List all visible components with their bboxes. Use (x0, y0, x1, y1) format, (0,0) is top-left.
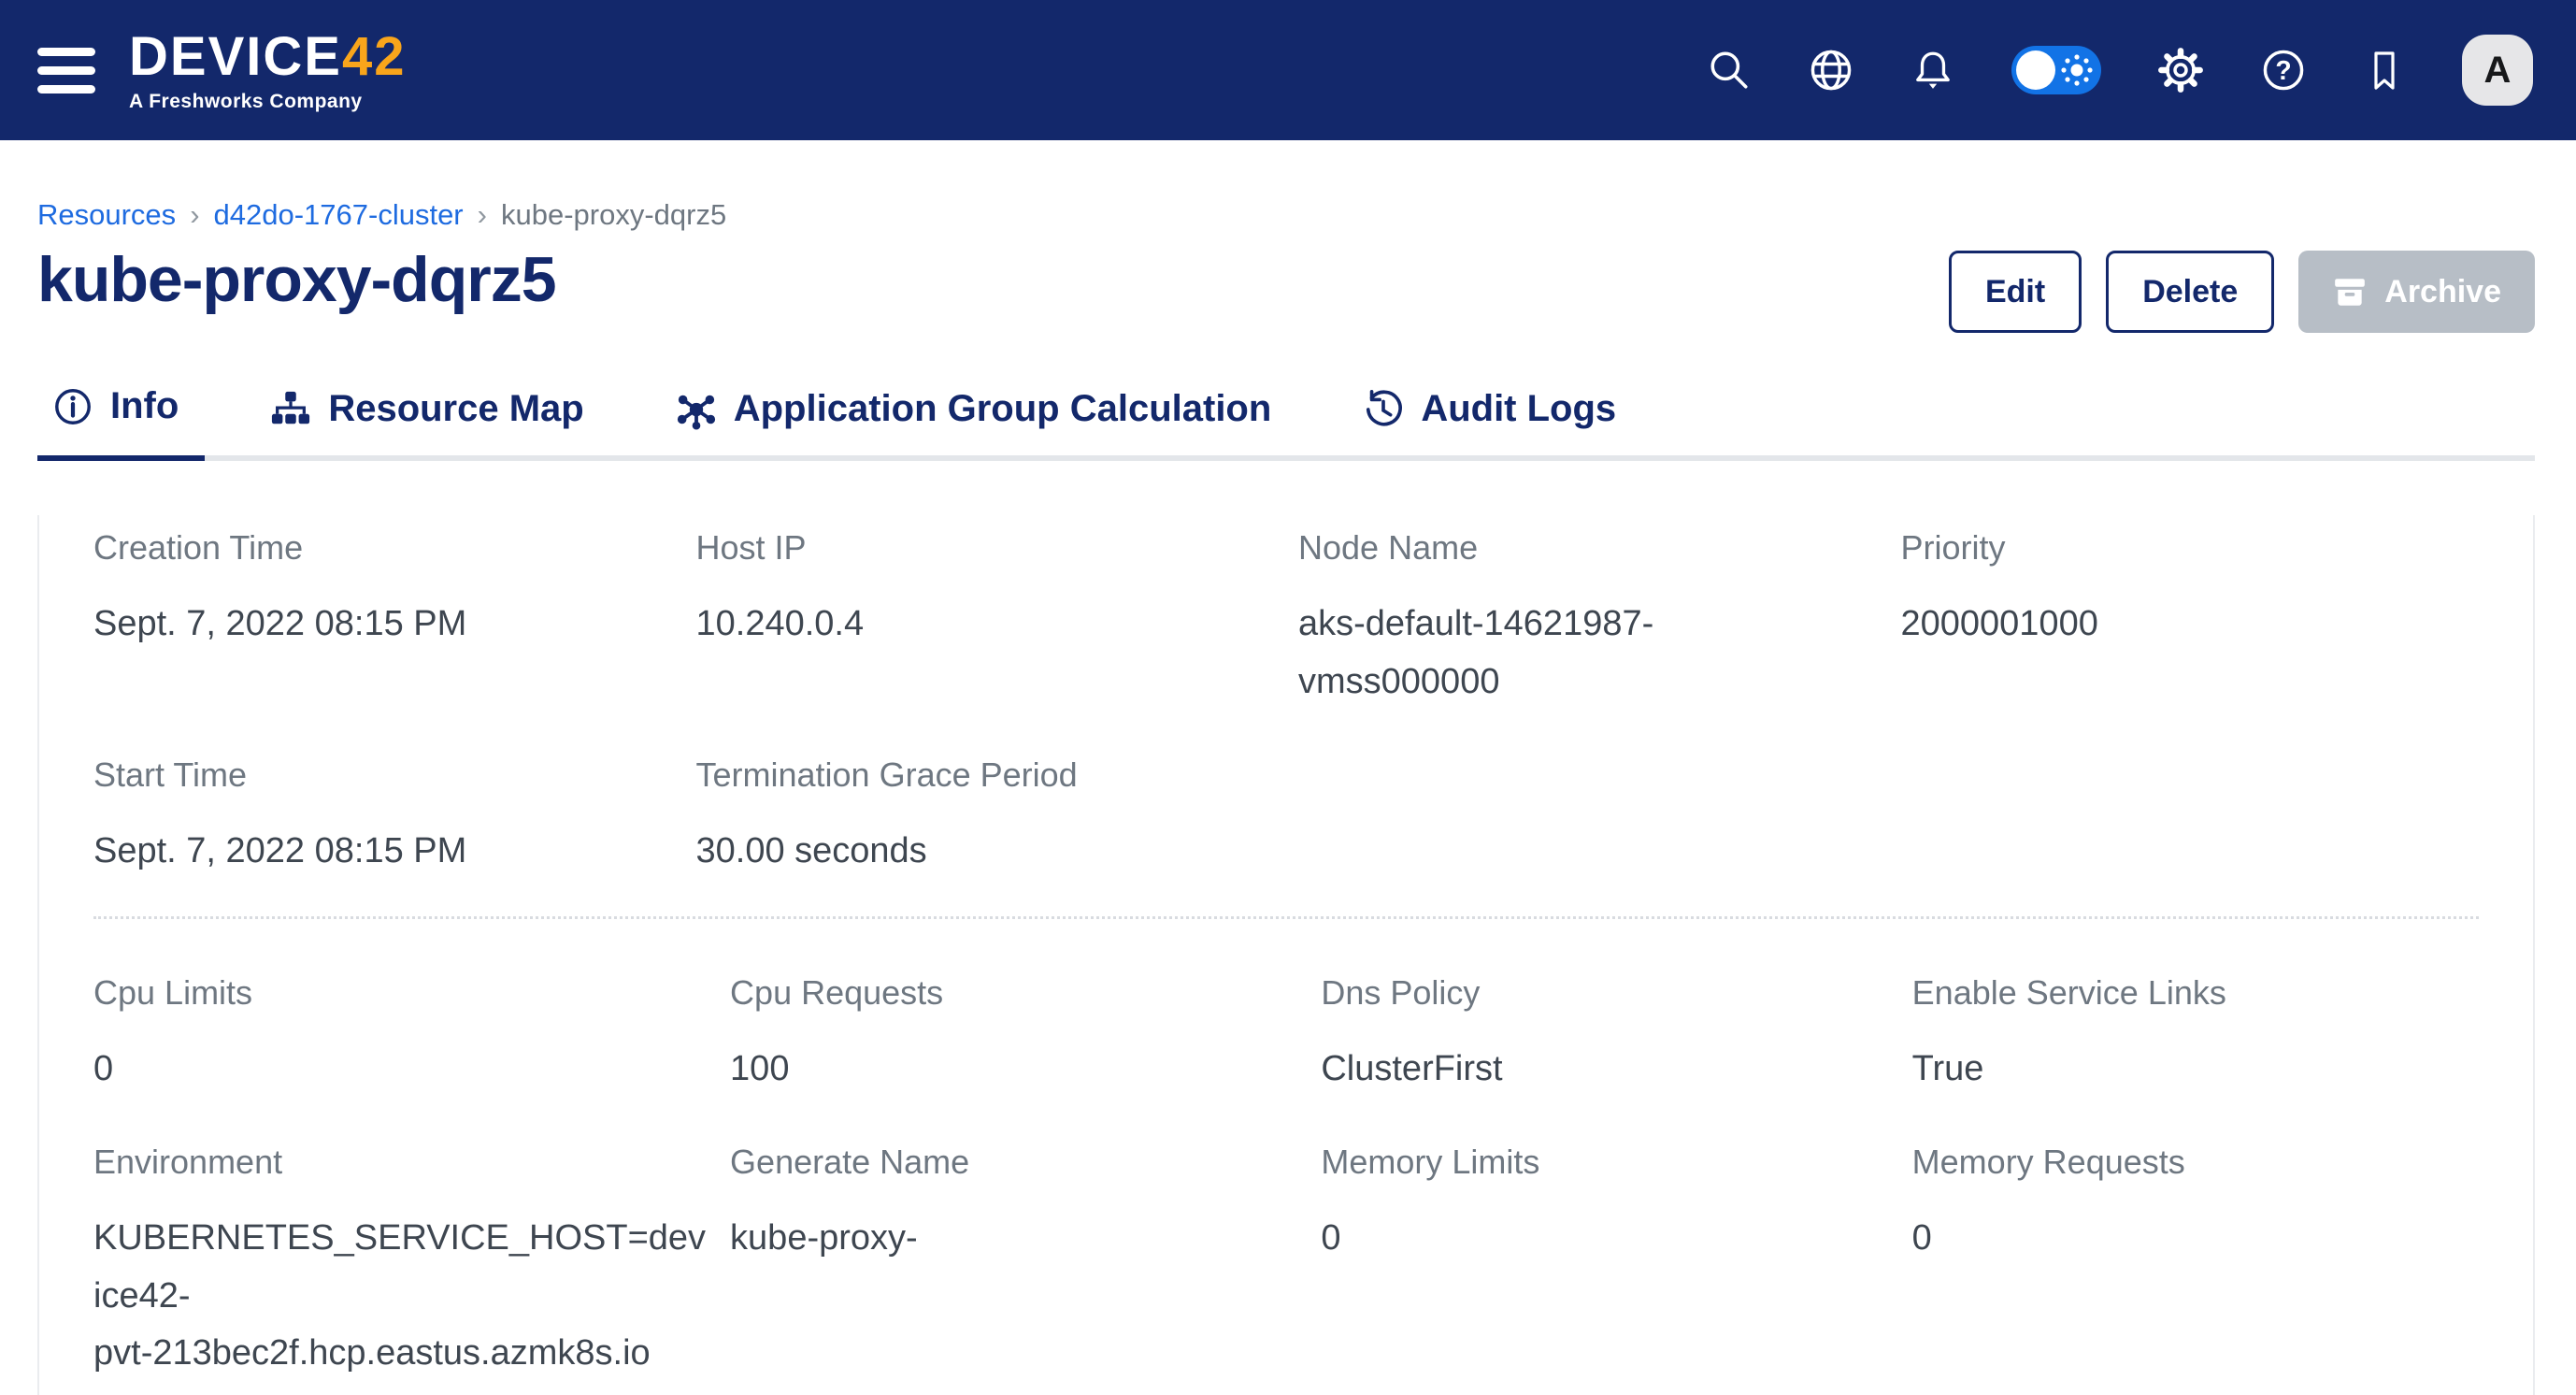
field-label: Creation Time (93, 528, 672, 568)
help-icon[interactable]: ? (2260, 47, 2307, 93)
field-enable-service-links: Enable Service Links True (1912, 973, 2479, 1099)
field-termination-grace-period: Termination Grace Period 30.00 seconds (696, 755, 1275, 881)
field-value: Sept. 7, 2022 08:15 PM (93, 823, 672, 881)
field-value: aks-default-14621987- vmss000000 (1298, 596, 1877, 711)
field-priority: Priority 2000001000 (1901, 528, 2480, 711)
field-label: Enable Service Links (1912, 973, 2479, 1013)
page-header: kube-proxy-dqrz5 Edit Delete Archive (37, 243, 2535, 333)
edit-button[interactable]: Edit (1949, 251, 2082, 333)
field-value: 100 (730, 1041, 1296, 1099)
field-value: KUBERNETES_SERVICE_HOST=dev ice42- pvt-2… (93, 1210, 706, 1395)
tab-audit-logs[interactable]: Audit Logs (1337, 385, 1642, 461)
field-label: Start Time (93, 755, 672, 795)
field-dns-policy: Dns Policy ClusterFirst (1321, 973, 1887, 1099)
brand-name: DEVICE42 (129, 26, 406, 87)
notifications-bell-icon[interactable] (1911, 48, 1955, 93)
field-label: Dns Policy (1321, 973, 1887, 1013)
field-host-ip: Host IP 10.240.0.4 (696, 528, 1275, 711)
breadcrumb-separator: › (478, 198, 487, 232)
tab-resource-map[interactable]: Resource Map (244, 385, 609, 461)
breadcrumb-separator: › (190, 198, 199, 232)
info-grid-section-2: Cpu Limits 0 Cpu Requests 100 Dns Policy Clus… (93, 973, 2479, 1395)
network-icon (676, 389, 717, 430)
user-avatar[interactable]: A (2462, 35, 2533, 106)
theme-toggle[interactable] (2011, 46, 2101, 94)
archive-button[interactable]: Archive (2298, 251, 2535, 333)
field-label: Cpu Requests (730, 973, 1296, 1013)
bookmark-icon[interactable] (2363, 49, 2406, 92)
section-divider (93, 916, 2479, 919)
field-cpu-limits: Cpu Limits 0 (93, 973, 706, 1099)
info-icon (52, 386, 93, 427)
field-generate-name: Generate Name kube-proxy- (730, 1143, 1296, 1395)
field-memory-limits: Memory Limits 0 (1321, 1143, 1887, 1395)
hamburger-menu-icon[interactable] (37, 48, 95, 93)
breadcrumb-current: kube-proxy-dqrz5 (501, 198, 726, 232)
field-value: ClusterFirst (1321, 1041, 1887, 1099)
top-navigation-bar: DEVICE42 A Freshworks Company (0, 0, 2576, 140)
tab-info[interactable]: Info (37, 385, 205, 461)
tab-application-group-calculation[interactable]: Application Group Calculation (650, 385, 1298, 461)
field-value: 0 (93, 1041, 706, 1099)
field-value: 10.240.0.4 (696, 596, 1275, 654)
field-label: Generate Name (730, 1143, 1296, 1182)
tab-bar: Info Resource Map (37, 385, 2535, 461)
breadcrumb-cluster[interactable]: d42do-1767-cluster (214, 198, 464, 232)
settings-gear-icon[interactable] (2157, 47, 2204, 93)
field-value: kube-proxy- (730, 1210, 1296, 1268)
main-content: Resources › d42do-1767-cluster › kube-pr… (0, 198, 2576, 1395)
sitemap-icon (270, 389, 311, 430)
field-memory-requests: Memory Requests 0 (1912, 1143, 2479, 1395)
field-label: Host IP (696, 528, 1275, 568)
field-value: True (1912, 1041, 2479, 1099)
field-label: Environment (93, 1143, 706, 1182)
field-label: Memory Requests (1912, 1143, 2479, 1182)
archive-box-icon (2332, 274, 2368, 309)
sun-icon (2058, 51, 2096, 89)
field-node-name: Node Name aks-default-14621987- vmss00000… (1298, 528, 1877, 711)
field-value: Sept. 7, 2022 08:15 PM (93, 596, 672, 654)
search-icon[interactable] (1707, 48, 1752, 93)
history-icon (1363, 389, 1404, 430)
field-label: Node Name (1298, 528, 1877, 568)
field-value: 30.00 seconds (696, 823, 1275, 881)
field-cpu-requests: Cpu Requests 100 (730, 973, 1296, 1099)
field-value: 0 (1321, 1210, 1887, 1268)
field-label: Memory Limits (1321, 1143, 1887, 1182)
breadcrumb-resources[interactable]: Resources (37, 198, 176, 232)
delete-button[interactable]: Delete (2106, 251, 2274, 333)
field-start-time: Start Time Sept. 7, 2022 08:15 PM (93, 755, 672, 881)
header-actions: Edit Delete Archive (1949, 251, 2535, 333)
topbar-actions: ? A (1707, 35, 2533, 106)
field-value: 2000001000 (1901, 596, 2480, 654)
info-grid-section-1: Creation Time Sept. 7, 2022 08:15 PM Host … (93, 528, 2479, 881)
device42-logo[interactable]: DEVICE42 A Freshworks Company (129, 30, 406, 111)
field-label: Priority (1901, 528, 2480, 568)
field-creation-time: Creation Time Sept. 7, 2022 08:15 PM (93, 528, 672, 711)
globe-icon[interactable] (1808, 47, 1854, 93)
page-title: kube-proxy-dqrz5 (37, 243, 556, 316)
field-environment: Environment KUBERNETES_SERVICE_HOST=dev i… (93, 1143, 706, 1395)
field-label: Termination Grace Period (696, 755, 1275, 795)
toggle-knob (2016, 50, 2055, 90)
field-label: Cpu Limits (93, 973, 706, 1013)
field-value: 0 (1912, 1210, 2479, 1268)
svg-text:?: ? (2275, 55, 2291, 85)
info-panel: Creation Time Sept. 7, 2022 08:15 PM Host … (37, 515, 2535, 1395)
brand-tagline: A Freshworks Company (129, 92, 406, 111)
breadcrumb: Resources › d42do-1767-cluster › kube-pr… (37, 198, 2535, 232)
